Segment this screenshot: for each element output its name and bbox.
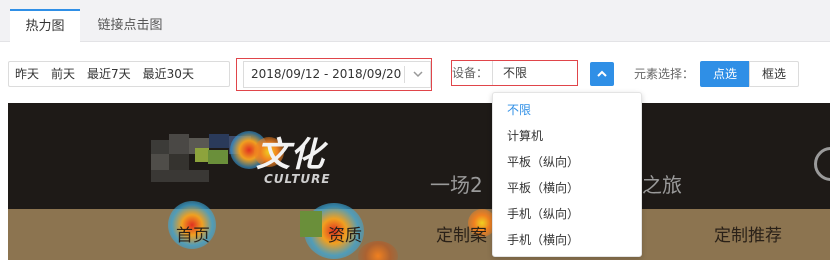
tab-link-clicks[interactable]: 链接点击图 bbox=[88, 9, 172, 43]
tab-heatmap[interactable]: 热力图 bbox=[10, 9, 80, 43]
site-tagline-right: 之旅 bbox=[642, 173, 682, 197]
device-select-value: 不限 bbox=[503, 66, 528, 80]
mosaic-block bbox=[169, 154, 189, 170]
date-day-before-button[interactable]: 前天 bbox=[45, 62, 81, 86]
chevron-down-icon[interactable] bbox=[412, 68, 424, 80]
date-last-7-days-button[interactable]: 最近7天 bbox=[81, 62, 137, 86]
site-nav-custom-recommend: 定制推荐 bbox=[714, 226, 782, 246]
device-select[interactable]: 不限 bbox=[492, 61, 577, 85]
heatmap-preview[interactable]: 文化 CULTURE 一场2 之旅 首页 资质 定制案 定制推荐 bbox=[8, 103, 830, 260]
element-point-select-button[interactable]: 点选 bbox=[700, 61, 750, 87]
site-nav-custom-case: 定制案 bbox=[436, 226, 487, 246]
mosaic-block bbox=[209, 134, 229, 148]
element-box-select-button[interactable]: 框选 bbox=[749, 61, 799, 87]
site-nav-qualification: 资质 bbox=[328, 226, 362, 246]
mosaic-block bbox=[208, 150, 228, 164]
mosaic-block bbox=[151, 154, 169, 170]
chevron-up-icon bbox=[597, 70, 607, 77]
device-option-computer[interactable]: 计算机 bbox=[493, 123, 641, 149]
site-tagline-left: 一场2 bbox=[430, 173, 483, 197]
device-option-tablet-landscape[interactable]: 平板（横向） bbox=[493, 175, 641, 201]
site-badge-icon bbox=[814, 147, 830, 181]
tab-bar: 热力图 链接点击图 bbox=[0, 0, 830, 43]
mosaic-block bbox=[195, 148, 209, 162]
site-nav-bar bbox=[8, 209, 830, 260]
mosaic-block bbox=[151, 170, 209, 182]
device-option-any[interactable]: 不限 bbox=[493, 97, 641, 123]
date-range-value: 2018/09/12 - 2018/09/20 bbox=[251, 67, 402, 81]
date-range-divider bbox=[404, 66, 405, 83]
device-option-phone-landscape[interactable]: 手机（横向） bbox=[493, 227, 641, 253]
mosaic-block bbox=[300, 211, 322, 237]
site-nav-home: 首页 bbox=[176, 226, 210, 246]
date-last-30-days-button[interactable]: 最近30天 bbox=[137, 62, 200, 86]
device-option-phone-portrait[interactable]: 手机（纵向） bbox=[493, 201, 641, 227]
date-yesterday-button[interactable]: 昨天 bbox=[9, 62, 45, 86]
element-select-label: 元素选择： bbox=[634, 67, 695, 81]
device-label: 设备： bbox=[452, 66, 489, 80]
mosaic-block bbox=[169, 134, 189, 154]
device-option-tablet-portrait[interactable]: 平板（纵向） bbox=[493, 149, 641, 175]
site-logo-text: 文化 bbox=[256, 135, 324, 175]
date-shortcut-group: 昨天 前天 最近7天 最近30天 bbox=[8, 61, 230, 87]
date-range-picker[interactable]: 2018/09/12 - 2018/09/20 bbox=[243, 61, 431, 88]
mosaic-block bbox=[151, 140, 169, 154]
device-dropdown-menu: 不限 计算机 平板（纵向） 平板（横向） 手机（纵向） 手机（横向） bbox=[492, 92, 642, 257]
site-logo-subtitle: CULTURE bbox=[264, 172, 331, 186]
device-dropdown-toggle[interactable] bbox=[590, 62, 614, 86]
